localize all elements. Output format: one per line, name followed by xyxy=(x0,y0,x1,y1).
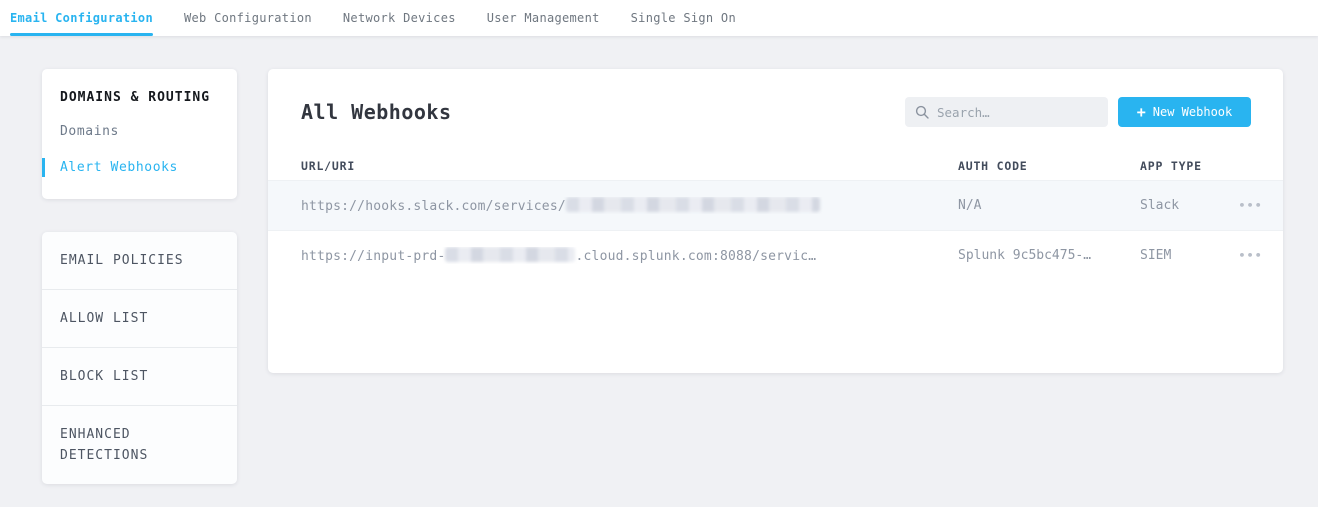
webhook-url-cell: https://hooks.slack.com/services/ xyxy=(301,197,958,214)
webhooks-panel: All Webhooks + New Webhook URL/URI xyxy=(268,69,1283,373)
search-input[interactable] xyxy=(937,105,1098,120)
panel-header: All Webhooks + New Webhook xyxy=(268,69,1283,151)
tab-user-management[interactable]: User Management xyxy=(487,0,600,36)
tab-single-sign-on[interactable]: Single Sign On xyxy=(631,0,736,36)
sidebar-item-block-list[interactable]: BLOCK LIST xyxy=(42,348,237,406)
new-webhook-button[interactable]: + New Webhook xyxy=(1118,97,1251,127)
auth-code-cell: Splunk 9c5bc475-… xyxy=(958,248,1140,263)
redacted-url-segment xyxy=(445,247,575,262)
row-menu-icon[interactable]: ••• xyxy=(1239,199,1263,212)
url-suffix: .cloud.splunk.com:8088/servic… xyxy=(575,249,816,264)
row-menu-icon[interactable]: ••• xyxy=(1239,249,1263,262)
row-actions-cell: ••• xyxy=(1218,248,1263,263)
sidebar-item-domains[interactable]: Domains xyxy=(42,122,237,141)
search-box[interactable] xyxy=(905,97,1108,127)
sidebar-item-enhanced-detections[interactable]: ENHANCED DETECTIONS xyxy=(42,406,237,484)
new-webhook-button-label: New Webhook xyxy=(1153,105,1232,119)
header-app-type: APP TYPE xyxy=(1140,159,1218,173)
tab-email-configuration[interactable]: Email Configuration xyxy=(10,0,153,36)
webhooks-table: URL/URI AUTH CODE APP TYPE https://hooks… xyxy=(268,151,1283,279)
header-actions: + New Webhook xyxy=(905,97,1251,127)
top-nav: Email Configuration Web Configuration Ne… xyxy=(0,0,1318,36)
search-icon xyxy=(915,105,929,119)
tab-web-configuration[interactable]: Web Configuration xyxy=(184,0,312,36)
domains-routing-card: DOMAINS & ROUTING Domains Alert Webhooks xyxy=(42,69,237,199)
domains-routing-title: DOMAINS & ROUTING xyxy=(42,90,237,105)
sidebar-item-allow-list[interactable]: ALLOW LIST xyxy=(42,290,237,348)
row-actions-cell: ••• xyxy=(1218,198,1263,213)
sidebar-item-email-policies[interactable]: EMAIL POLICIES xyxy=(42,232,237,290)
app-type-cell: Slack xyxy=(1140,198,1218,213)
plus-icon: + xyxy=(1137,105,1146,120)
page-body: DOMAINS & ROUTING Domains Alert Webhooks… xyxy=(0,36,1318,484)
url-prefix: https://input-prd- xyxy=(301,249,445,264)
tab-network-devices[interactable]: Network Devices xyxy=(343,0,456,36)
auth-code-cell: N/A xyxy=(958,198,1140,213)
sidebar: DOMAINS & ROUTING Domains Alert Webhooks… xyxy=(42,69,237,484)
table-header-row: URL/URI AUTH CODE APP TYPE xyxy=(268,151,1283,181)
table-row[interactable]: https://hooks.slack.com/services/ N/A Sl… xyxy=(268,181,1283,230)
header-url-uri: URL/URI xyxy=(301,159,958,173)
sidebar-item-alert-webhooks[interactable]: Alert Webhooks xyxy=(42,158,237,177)
app-type-cell: SIEM xyxy=(1140,248,1218,263)
header-auth-code: AUTH CODE xyxy=(958,159,1140,173)
sidebar-sections-card: EMAIL POLICIES ALLOW LIST BLOCK LIST ENH… xyxy=(42,232,237,484)
table-row[interactable]: https://input-prd- .cloud.splunk.com:8088… xyxy=(268,230,1283,279)
url-prefix: https://hooks.slack.com/services/ xyxy=(301,199,566,214)
page-title: All Webhooks xyxy=(301,100,452,124)
redacted-url-segment xyxy=(566,197,820,212)
webhook-url-cell: https://input-prd- .cloud.splunk.com:8088… xyxy=(301,247,958,264)
